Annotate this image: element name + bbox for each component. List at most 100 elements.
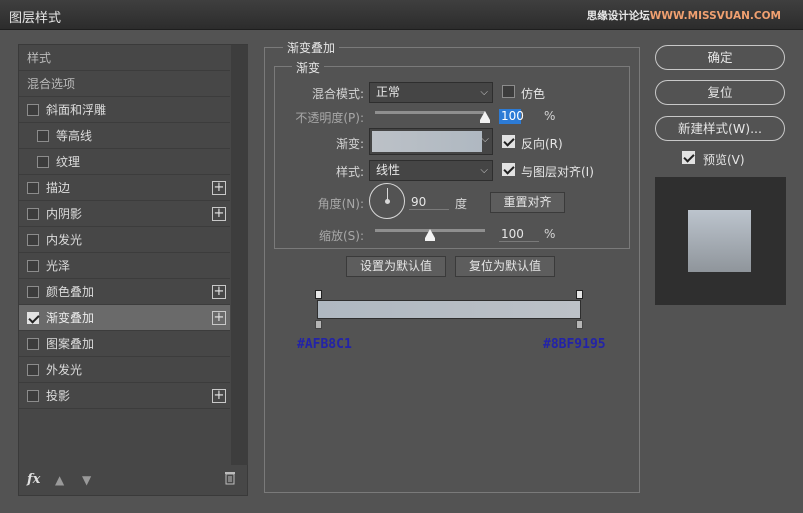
item-label: 投影 (46, 389, 71, 403)
style-label: 样式: (335, 165, 364, 179)
reset-align-button[interactable]: 重置对齐 (490, 192, 565, 213)
subgroup-title: 渐变 (292, 59, 325, 76)
arrow-up-icon[interactable]: ▲ (55, 473, 64, 487)
arrow-down-icon[interactable]: ▼ (82, 473, 91, 487)
list-item[interactable]: 描边 + (19, 175, 230, 201)
item-label: 内发光 (46, 233, 83, 247)
list-item[interactable]: 投影 + (19, 383, 230, 409)
reset-default-button[interactable]: 复位为默认值 (455, 256, 555, 277)
reset-button[interactable]: 复位 (655, 80, 785, 105)
set-default-button[interactable]: 设置为默认值 (346, 256, 446, 277)
item-checkbox[interactable] (37, 129, 49, 142)
align-label: 与图层对齐(I) (521, 165, 594, 179)
fx-button[interactable]: fx (27, 472, 40, 487)
list-item[interactable]: 斜面和浮雕 (19, 97, 230, 123)
title-bar: 图层样式 思缘设计论坛WWW.MISSVUAN.COM (0, 0, 803, 30)
list-header-styles[interactable]: 样式 (19, 45, 230, 71)
item-checkbox[interactable] (27, 181, 39, 194)
blend-mode-label: 混合模式: (311, 87, 364, 101)
item-label: 斜面和浮雕 (46, 103, 107, 117)
ok-button[interactable]: 确定 (655, 45, 785, 70)
item-checkbox[interactable] (27, 389, 39, 402)
opacity-unit: % (544, 109, 556, 123)
list-header-blend-options[interactable]: 混合选项 (19, 71, 230, 97)
align-checkbox[interactable] (502, 163, 515, 176)
angle-input[interactable]: 90 (409, 195, 449, 210)
add-effect-icon[interactable]: + (212, 285, 226, 299)
item-checkbox[interactable] (27, 233, 39, 246)
item-checkbox[interactable] (27, 259, 39, 272)
angle-center-dot (385, 199, 390, 204)
trash-icon[interactable] (224, 471, 236, 485)
item-checkbox[interactable] (27, 207, 39, 220)
item-checkbox[interactable] (27, 363, 39, 376)
item-checkbox[interactable] (27, 337, 39, 350)
preview-label: 预览(V) (703, 153, 745, 167)
list-scrollbar[interactable] (231, 45, 248, 465)
item-label: 纹理 (56, 155, 81, 169)
item-label: 内阴影 (46, 207, 83, 221)
opacity-slider[interactable] (375, 111, 485, 114)
add-effect-icon[interactable]: + (212, 181, 226, 195)
list-item[interactable]: 内发光 (19, 227, 230, 253)
dither-label: 仿色 (521, 87, 546, 101)
style-select[interactable]: 线性 ⌵ (369, 160, 493, 181)
right-color-hex: #8BF9195 (543, 337, 606, 352)
gradient-bar[interactable] (317, 300, 581, 319)
list-item[interactable]: 图案叠加 (19, 331, 230, 357)
opacity-stop-right[interactable] (576, 290, 583, 299)
reverse-checkbox[interactable] (502, 135, 515, 148)
list-item[interactable]: 纹理 (19, 149, 230, 175)
scale-unit: % (544, 227, 556, 241)
item-checkbox[interactable] (37, 155, 49, 168)
opacity-input[interactable]: 100 (499, 109, 524, 124)
add-effect-icon[interactable]: + (212, 311, 226, 325)
item-label: 外发光 (46, 363, 83, 377)
angle-unit: 度 (455, 197, 468, 211)
list-item[interactable]: 颜色叠加 + (19, 279, 230, 305)
list-item[interactable]: 渐变叠加 + (19, 305, 230, 331)
preview-checkbox[interactable] (682, 151, 695, 164)
item-checkbox[interactable] (27, 285, 39, 298)
item-label: 渐变叠加 (46, 311, 95, 325)
list-item[interactable]: 内阴影 + (19, 201, 230, 227)
left-color-hex: #AFB8C1 (297, 337, 352, 352)
chevron-down-icon: ⌵ (480, 87, 488, 98)
angle-label: 角度(N): (317, 197, 364, 211)
styles-list-panel: 样式 混合选项 斜面和浮雕等高线纹理描边 + 内阴影 + 内发光光泽颜色叠加 + 渐变叠加 +… (18, 44, 248, 496)
group-title: 渐变叠加 (283, 39, 340, 56)
list-item[interactable]: 等高线 (19, 123, 230, 149)
gradient-swatch[interactable] (372, 131, 482, 152)
opacity-slider-thumb[interactable] (480, 111, 490, 123)
reverse-label: 反向(R) (521, 137, 563, 151)
list-item[interactable]: 光泽 (19, 253, 230, 279)
window-title: 图层样式 (9, 11, 62, 26)
scale-label: 缩放(S): (318, 229, 364, 243)
color-stop-left[interactable] (315, 320, 322, 329)
add-effect-icon[interactable]: + (212, 389, 226, 403)
item-checkbox[interactable] (27, 103, 39, 116)
item-checkbox[interactable] (27, 311, 39, 324)
item-label: 颜色叠加 (46, 285, 95, 299)
dither-checkbox[interactable] (502, 85, 515, 98)
styles-list: 样式 混合选项 斜面和浮雕等高线纹理描边 + 内阴影 + 内发光光泽颜色叠加 + 渐变叠加 +… (19, 45, 230, 465)
blend-mode-select[interactable]: 正常 ⌵ (369, 82, 493, 103)
new-style-button[interactable]: 新建样式(W)... (655, 116, 785, 141)
gradient-picker[interactable]: ⌵ (369, 128, 493, 155)
scale-slider-thumb[interactable] (425, 229, 435, 241)
opacity-stop-left[interactable] (315, 290, 322, 299)
preview-box (655, 177, 786, 305)
watermark: 思缘设计论坛WWW.MISSVUAN.COM (586, 10, 781, 22)
chevron-down-icon[interactable]: ⌵ (481, 134, 489, 145)
item-label: 光泽 (46, 259, 71, 273)
color-stop-right[interactable] (576, 320, 583, 329)
list-item[interactable]: 外发光 (19, 357, 230, 383)
item-label: 描边 (46, 181, 71, 195)
item-label: 等高线 (56, 129, 93, 143)
chevron-down-icon: ⌵ (480, 165, 488, 176)
angle-dial[interactable] (369, 183, 405, 219)
list-footer: fx ▲ ▼ (19, 465, 248, 496)
scale-input[interactable]: 100 (499, 227, 539, 242)
add-effect-icon[interactable]: + (212, 207, 226, 221)
preview-square (688, 210, 751, 272)
